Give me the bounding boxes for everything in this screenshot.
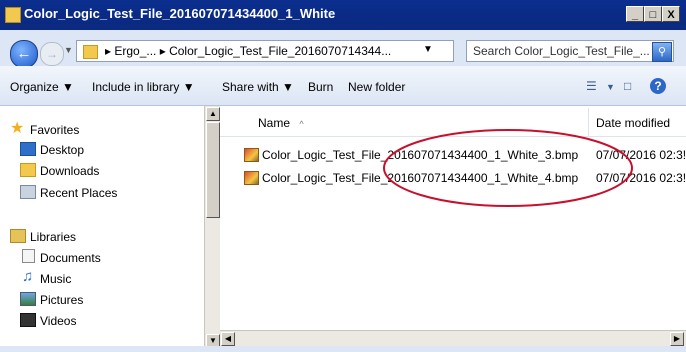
minimize-button[interactable]: _ [626,6,644,22]
folder-icon [5,7,21,23]
forward-arrow-icon: → [46,47,58,61]
view-dropdown-icon[interactable]: ▼ [606,82,615,92]
recent-places-icon [20,185,36,199]
nav-videos[interactable]: Videos [40,314,76,328]
star-icon: ★ [10,120,25,137]
forward-button[interactable]: → [40,42,64,66]
search-input[interactable]: Search Color_Logic_Test_File_... ⚲ [466,40,674,62]
nav-libraries[interactable]: Libraries [30,230,76,244]
command-bar: Organize ▼ Include in library ▼ Share wi… [0,66,686,106]
pictures-icon [20,292,36,306]
burn-button[interactable]: Burn [308,80,333,94]
address-box[interactable]: ▸ Ergo_... ▸ Color_Logic_Test_File_20160… [76,40,519,62]
nav-music[interactable]: Music [40,272,71,286]
nav-pictures[interactable]: Pictures [40,293,83,307]
search-icon[interactable]: ⚲ [652,42,672,62]
explorer-window: Color_Logic_Test_File_201607071434400_1_… [0,0,686,352]
organize-button[interactable]: Organize ▼ [10,80,74,94]
music-icon: ♫ [22,268,34,285]
preview-pane-icon[interactable]: □ [624,79,631,93]
navigation-pane: ★ Favorites Desktop Downloads Recent Pla… [0,106,204,352]
back-arrow-icon: ← [16,45,32,62]
nav-downloads[interactable]: Downloads [40,164,99,178]
share-with-button[interactable]: Share with ▼ [222,80,294,94]
nav-favorites[interactable]: Favorites [30,123,79,137]
documents-icon [22,249,35,263]
maximize-button[interactable]: □ [644,6,662,22]
address-path[interactable]: ▸ Ergo_... ▸ Color_Logic_Test_File_20160… [105,44,391,58]
folder-icon [83,45,98,59]
file-list: Name ^ Date modified Color_Logic_Test_Fi… [220,106,686,352]
scroll-thumb[interactable] [206,122,220,218]
nav-scrollbar[interactable]: ▲ ▼ [204,106,220,352]
nav-desktop[interactable]: Desktop [40,143,84,157]
highlight-ellipse [383,129,633,207]
downloads-folder-icon [20,163,36,177]
scroll-up-button[interactable]: ▲ [206,107,220,121]
view-options-icon[interactable]: ☰ [586,79,597,93]
desktop-icon [20,142,36,156]
search-placeholder: Search Color_Logic_Test_File_... [473,44,650,58]
include-in-library-button[interactable]: Include in library ▼ [92,80,195,94]
videos-icon [20,313,36,327]
address-dropdown[interactable]: ▼ [423,44,433,55]
window-bottom-border [0,346,686,352]
recent-pages-dropdown[interactable]: ▼ [64,45,73,55]
horizontal-scrollbar[interactable]: ◀ ▶ [220,330,686,347]
nav-documents[interactable]: Documents [40,251,101,265]
back-button[interactable]: ← [10,40,38,68]
libraries-icon [10,229,26,243]
scroll-right-button[interactable]: ▶ [670,332,684,346]
new-folder-button[interactable]: New folder [348,80,405,94]
scroll-left-button[interactable]: ◀ [221,332,235,346]
window-title: Color_Logic_Test_File_201607071434400_1_… [24,6,336,21]
close-button[interactable]: X [662,6,680,22]
help-icon[interactable]: ? [650,78,666,94]
nav-recent-places[interactable]: Recent Places [40,186,117,200]
title-bar: Color_Logic_Test_File_201607071434400_1_… [0,0,686,30]
